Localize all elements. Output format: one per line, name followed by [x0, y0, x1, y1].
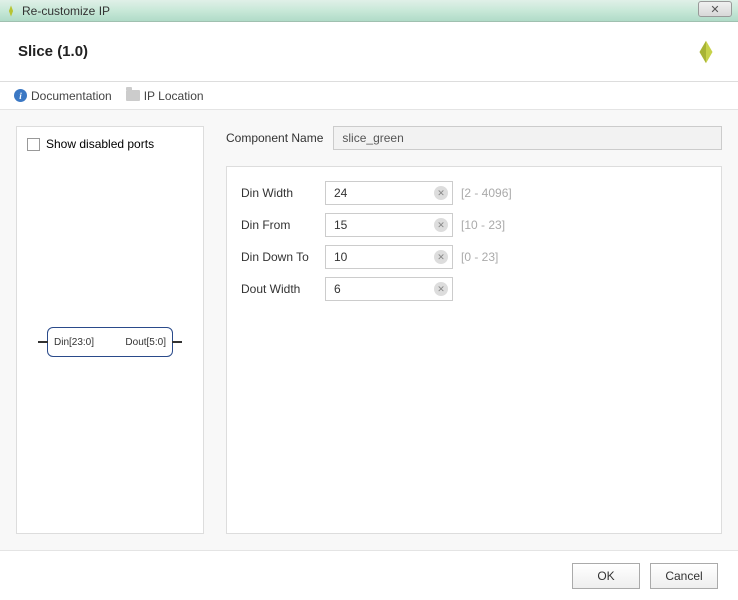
din-from-input[interactable]: [334, 218, 424, 232]
param-label: Dout Width: [241, 282, 317, 296]
din-port-stub: [38, 341, 48, 343]
clear-icon[interactable]: ✕: [434, 250, 448, 264]
documentation-label: Documentation: [31, 89, 112, 103]
show-disabled-ports-checkbox[interactable]: [27, 138, 40, 151]
param-row-din-width: Din Width ✕ [2 - 4096]: [241, 181, 707, 205]
documentation-link[interactable]: i Documentation: [14, 89, 112, 103]
din-width-input-wrap: ✕: [325, 181, 453, 205]
dout-width-input[interactable]: [334, 282, 424, 296]
cancel-label: Cancel: [665, 569, 702, 583]
param-row-din-from: Din From ✕ [10 - 23]: [241, 213, 707, 237]
clear-icon[interactable]: ✕: [434, 218, 448, 232]
clear-icon[interactable]: ✕: [434, 282, 448, 296]
ip-block: Din[23:0] Dout[5:0]: [47, 327, 173, 357]
ip-location-link[interactable]: IP Location: [126, 89, 204, 103]
din-port-label: Din[23:0]: [54, 337, 94, 348]
param-hint: [10 - 23]: [461, 218, 505, 232]
component-name-row: Component Name: [226, 126, 722, 150]
param-label: Din From: [241, 218, 317, 232]
din-from-input-wrap: ✕: [325, 213, 453, 237]
info-icon: i: [14, 89, 27, 102]
header: Slice (1.0): [0, 22, 738, 82]
param-label: Din Width: [241, 186, 317, 200]
clear-icon[interactable]: ✕: [434, 186, 448, 200]
dout-width-input-wrap: ✕: [325, 277, 453, 301]
block-diagram-panel: Show disabled ports Din[23:0] Dout[5:0]: [16, 126, 204, 534]
param-row-din-down-to: Din Down To ✕ [0 - 23]: [241, 245, 707, 269]
ok-label: OK: [597, 569, 614, 583]
footer: OK Cancel: [0, 550, 738, 600]
din-width-input[interactable]: [334, 186, 424, 200]
toolbar: i Documentation IP Location: [0, 82, 738, 110]
content-area: Show disabled ports Din[23:0] Dout[5:0] …: [0, 110, 738, 550]
param-label: Din Down To: [241, 250, 317, 264]
din-down-to-input-wrap: ✕: [325, 245, 453, 269]
cancel-button[interactable]: Cancel: [650, 563, 718, 589]
param-hint: [0 - 23]: [461, 250, 498, 264]
ok-button[interactable]: OK: [572, 563, 640, 589]
param-hint: [2 - 4096]: [461, 186, 512, 200]
folder-icon: [126, 90, 140, 101]
ip-location-label: IP Location: [144, 89, 204, 103]
component-name-input[interactable]: [333, 126, 722, 150]
params-box: Din Width ✕ [2 - 4096] Din From ✕ [10 - …: [226, 166, 722, 534]
titlebar: Re-customize IP ✕: [0, 0, 738, 22]
block-diagram[interactable]: Din[23:0] Dout[5:0]: [27, 161, 193, 523]
component-name-label: Component Name: [226, 131, 323, 145]
param-row-dout-width: Dout Width ✕: [241, 277, 707, 301]
show-disabled-ports-label: Show disabled ports: [46, 137, 154, 151]
close-button[interactable]: ✕: [698, 1, 732, 17]
app-icon: [4, 4, 18, 18]
dout-port-stub: [172, 341, 182, 343]
close-icon: ✕: [710, 3, 719, 16]
window-title: Re-customize IP: [22, 4, 110, 18]
show-disabled-ports-row: Show disabled ports: [27, 137, 193, 151]
din-down-to-input[interactable]: [334, 250, 424, 264]
vendor-logo-icon: [692, 38, 720, 66]
parameters-panel: Component Name Din Width ✕ [2 - 4096] Di…: [226, 126, 722, 534]
dout-port-label: Dout[5:0]: [125, 337, 166, 348]
page-title: Slice (1.0): [18, 43, 88, 60]
recustomize-ip-window: Re-customize IP ✕ Slice (1.0) i Document…: [0, 0, 738, 600]
